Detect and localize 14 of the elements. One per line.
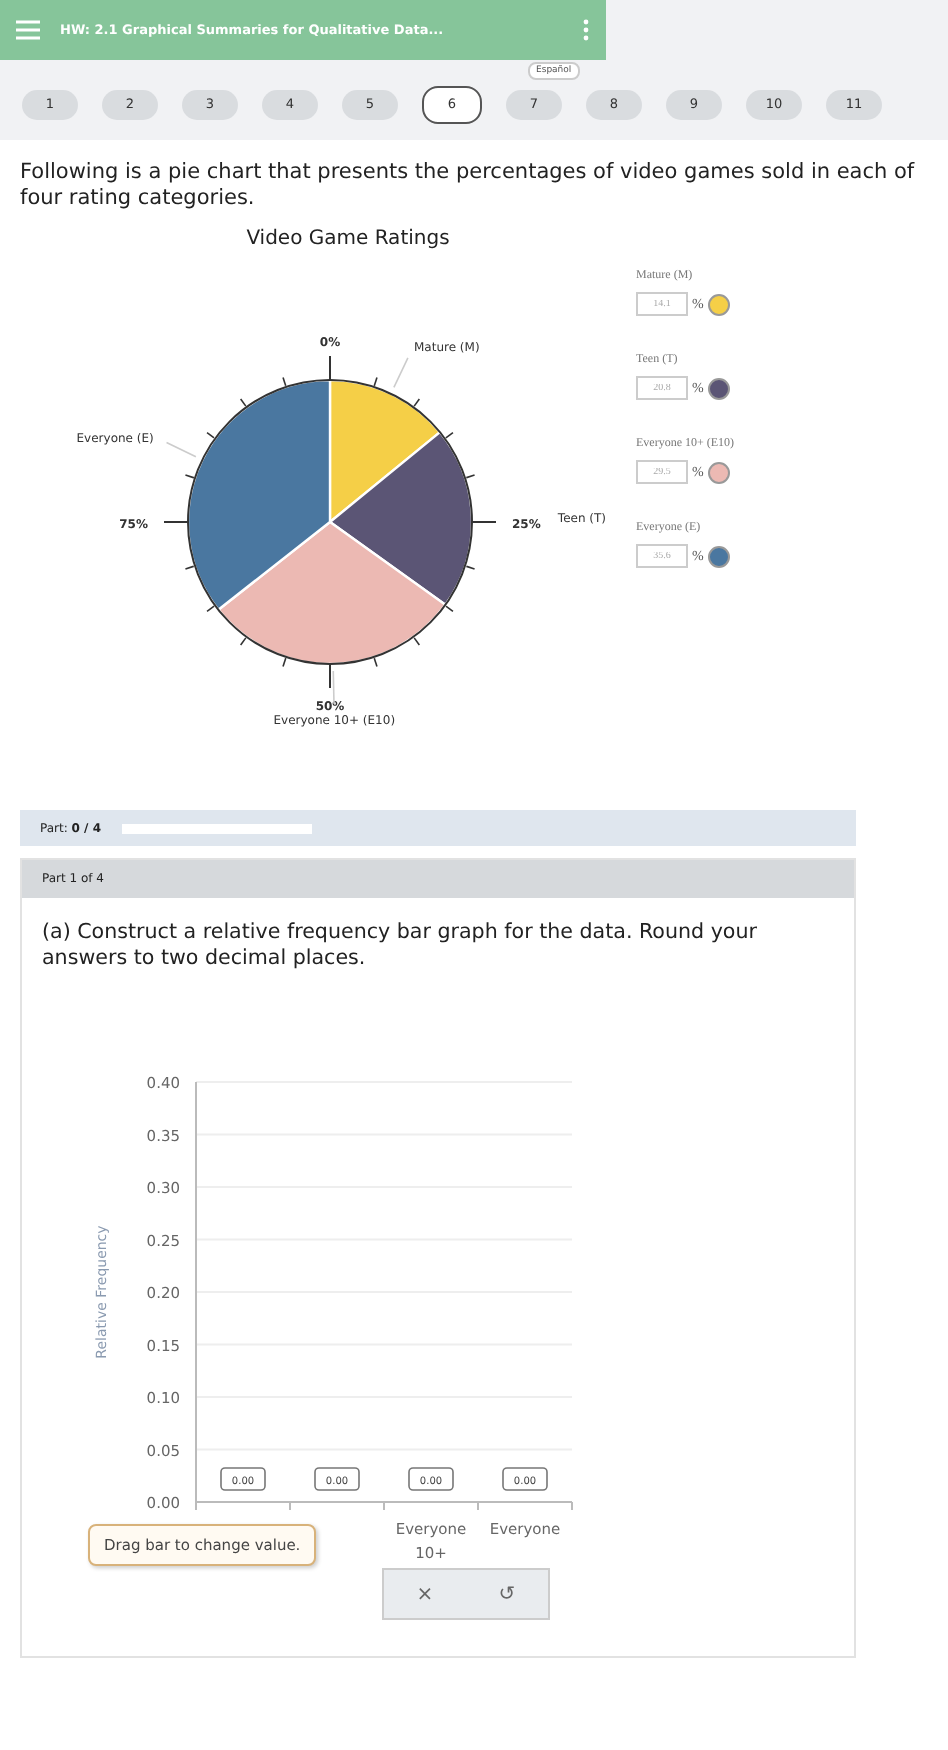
chart-title: Video Game Ratings <box>244 228 452 250</box>
color-dot[interactable] <box>707 377 730 399</box>
intro-text: Following is a pie chart that presents the percentages of video games sold in each of four rating categories. <box>20 160 917 212</box>
leader-line <box>393 356 409 389</box>
color-dot[interactable] <box>707 545 730 567</box>
clear-button[interactable]: × <box>404 1579 446 1609</box>
more-options-icon[interactable] <box>582 18 590 42</box>
menu-icon[interactable] <box>16 20 40 40</box>
leader-line <box>165 441 197 458</box>
question-text: (a) Construct a relative frequency bar graph for the data. Round your answers to two decimal places. <box>42 920 759 972</box>
color-dot[interactable] <box>707 293 730 315</box>
leader-line <box>332 670 335 705</box>
color-dot[interactable] <box>707 461 730 483</box>
reset-button[interactable]: ↺ <box>486 1579 528 1609</box>
